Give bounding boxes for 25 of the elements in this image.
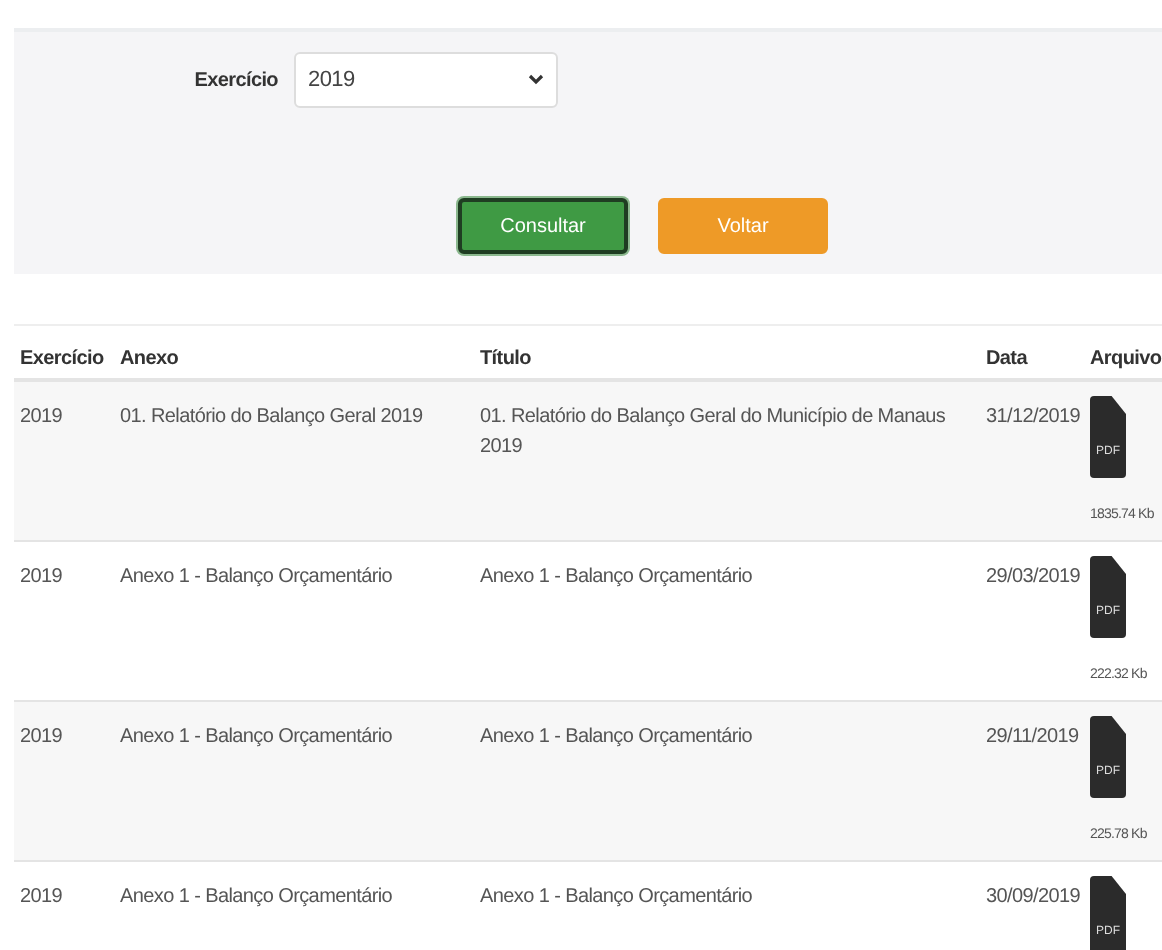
table-cell-text: Anexo 1 - Balanço Orçamentário bbox=[118, 884, 395, 912]
search-button[interactable]: Consultar bbox=[458, 198, 628, 254]
column-header: Título bbox=[478, 346, 533, 374]
column-header: Arquivo bbox=[1088, 346, 1162, 374]
table-cell-text: Anexo 1 - Balanço Orçamentário bbox=[118, 724, 395, 752]
table-cell-text: Anexo 1 - Balanço Orçamentário bbox=[478, 564, 755, 592]
table-cell-text: 2019 bbox=[18, 884, 65, 912]
table-cell-text: 2019 bbox=[18, 404, 65, 432]
chevron-icon bbox=[528, 74, 544, 86]
table-cell-text: Anexo 1 - Balanço Orçamentário bbox=[118, 564, 395, 592]
table-cell-text: 30/09/2019 bbox=[984, 884, 1083, 912]
table-cell-text: 29/03/2019 bbox=[984, 564, 1083, 592]
table-cell-text: 2019 bbox=[18, 724, 65, 752]
column-header: Exercício bbox=[18, 346, 106, 374]
table-cell-text: 2019 bbox=[18, 564, 65, 592]
table-cell-text: 01. Relatório do Balanço Geral do Município de Manaus 2019 bbox=[478, 404, 948, 462]
table-cell-text: 29/11/2019 bbox=[984, 724, 1081, 752]
table-cell-text: Anexo 1 - Balanço Orçamentário bbox=[478, 884, 755, 912]
year-select[interactable]: 2019 bbox=[294, 52, 558, 108]
column-header: Data bbox=[984, 346, 1030, 374]
column-header: Anexo bbox=[118, 346, 181, 374]
table-cell-text: 01. Relatório do Balanço Geral 2019 bbox=[118, 404, 425, 432]
field-label: Exercício bbox=[192, 67, 280, 95]
table-cell-text: Anexo 1 - Balanço Orçamentário bbox=[478, 724, 755, 752]
table-cell-text: 31/12/2019 bbox=[984, 404, 1083, 432]
